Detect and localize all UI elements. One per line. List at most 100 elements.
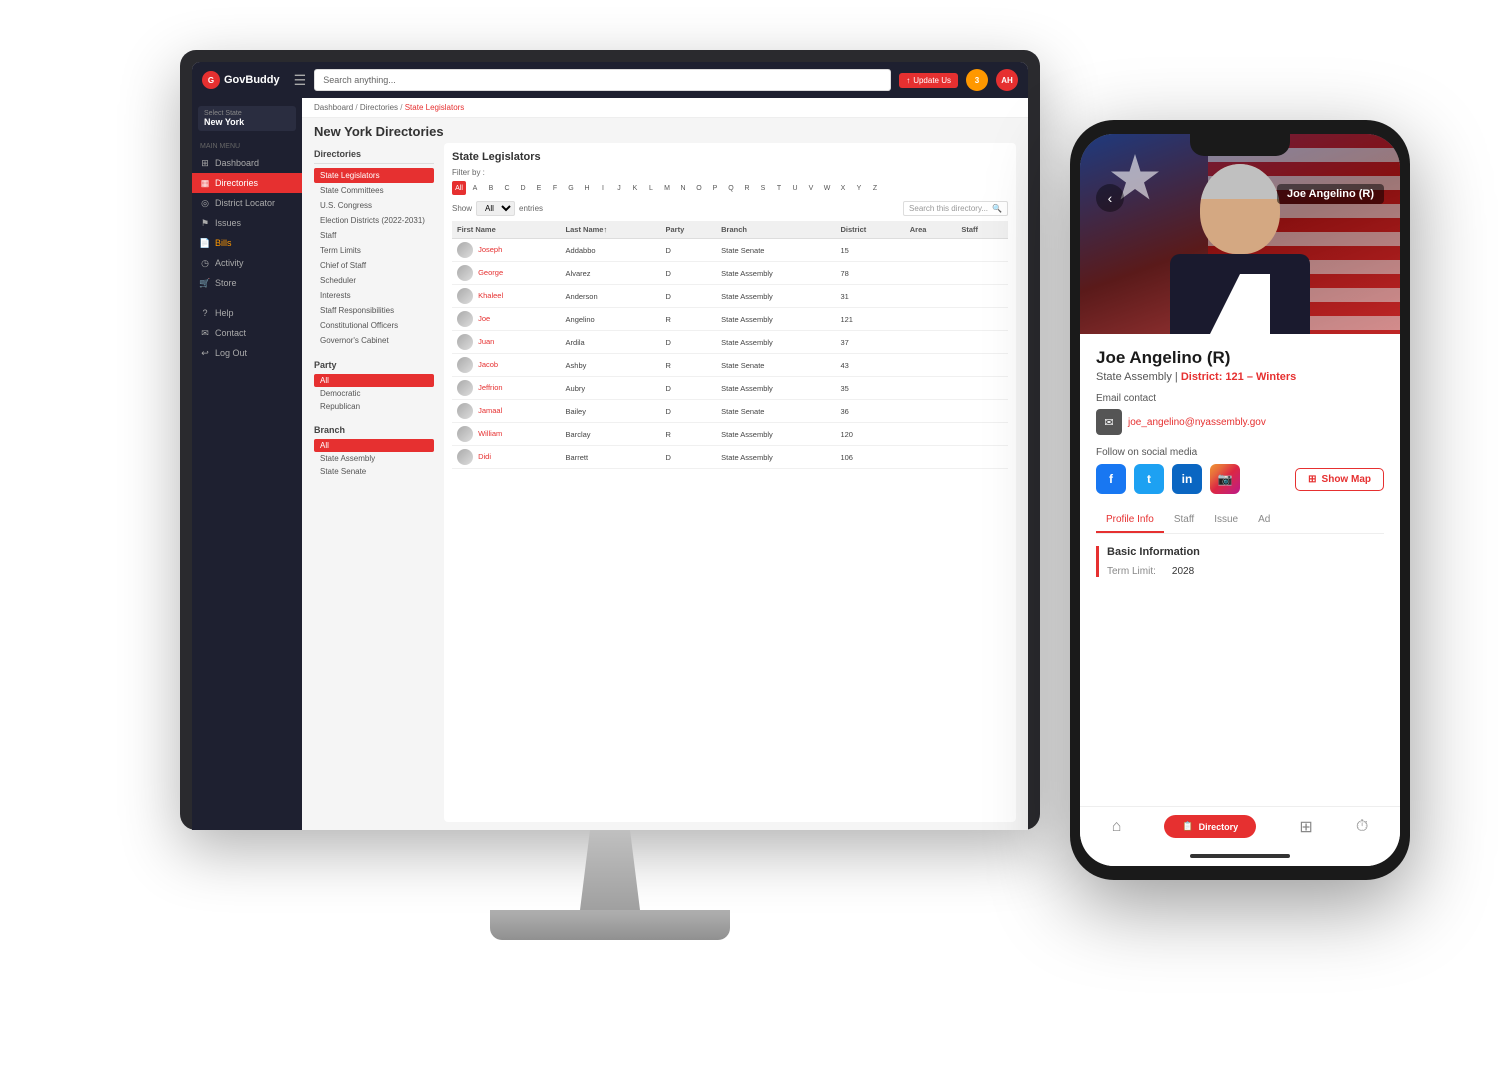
alpha-h[interactable]: H [580, 181, 594, 195]
facebook-btn[interactable]: f [1096, 464, 1126, 494]
breadcrumb-dashboard[interactable]: Dashboard [314, 103, 353, 112]
branch-state-senate[interactable]: State Senate [314, 465, 434, 478]
alpha-r[interactable]: R [740, 181, 754, 195]
sidebar-item-logout[interactable]: ↩ Log Out [192, 343, 302, 363]
dir-item-state-committees[interactable]: State Committees [314, 183, 434, 198]
alpha-v[interactable]: V [804, 181, 818, 195]
search-directory[interactable]: Search this directory... 🔍 [903, 201, 1008, 216]
alpha-u[interactable]: U [788, 181, 802, 195]
dir-item-election-districts[interactable]: Election Districts (2022-2031) [314, 213, 434, 228]
email-address[interactable]: joe_angelino@nyassembly.gov [1128, 417, 1266, 428]
sidebar-item-activity[interactable]: ◷ Activity [192, 253, 302, 273]
alpha-g[interactable]: G [564, 181, 578, 195]
entries-select[interactable]: All 10 25 50 [476, 201, 515, 216]
instagram-btn[interactable]: 📷 [1210, 464, 1240, 494]
alpha-k[interactable]: K [628, 181, 642, 195]
table-row[interactable]: Joe Angelino R State Assembly 121 [452, 308, 1008, 331]
dir-item-staff-responsibilities[interactable]: Staff Responsibilities [314, 303, 434, 318]
alpha-c[interactable]: C [500, 181, 514, 195]
alpha-all[interactable]: All [452, 181, 466, 195]
alpha-l[interactable]: L [644, 181, 658, 195]
tab-issue[interactable]: Issue [1204, 508, 1248, 533]
alpha-b[interactable]: B [484, 181, 498, 195]
alpha-s[interactable]: S [756, 181, 770, 195]
alpha-e[interactable]: E [532, 181, 546, 195]
bottom-nav-directory[interactable]: 📋 Directory [1164, 815, 1256, 838]
alpha-d[interactable]: D [516, 181, 530, 195]
dir-item-interests[interactable]: Interests [314, 288, 434, 303]
twitter-btn[interactable]: t [1134, 464, 1164, 494]
alpha-f[interactable]: F [548, 181, 562, 195]
col-branch[interactable]: Branch [716, 221, 835, 239]
table-row[interactable]: Jeffrion Aubry D State Assembly 35 [452, 377, 1008, 400]
show-map-btn[interactable]: ⊞ Show Map [1295, 468, 1384, 491]
sidebar-item-contact[interactable]: ✉ Contact [192, 323, 302, 343]
table-row[interactable]: George Alvarez D State Assembly 78 [452, 262, 1008, 285]
alpha-t[interactable]: T [772, 181, 786, 195]
dir-item-term-limits[interactable]: Term Limits [314, 243, 434, 258]
branch-state-assembly[interactable]: State Assembly [314, 452, 434, 465]
party-democratic[interactable]: Democratic [314, 387, 434, 400]
sidebar-item-district-locator[interactable]: ◎ District Locator [192, 193, 302, 213]
user-avatar[interactable]: AH [996, 69, 1018, 91]
alpha-z[interactable]: Z [868, 181, 882, 195]
sidebar-item-dashboard[interactable]: ⊞ Dashboard [192, 153, 302, 173]
alpha-p[interactable]: P [708, 181, 722, 195]
td-area [905, 377, 957, 400]
dir-item-us-congress[interactable]: U.S. Congress [314, 198, 434, 213]
alpha-i[interactable]: I [596, 181, 610, 195]
table-row[interactable]: Khaleel Anderson D State Assembly 31 [452, 285, 1008, 308]
search-bar[interactable]: Search anything... [314, 69, 891, 91]
alpha-y[interactable]: Y [852, 181, 866, 195]
alpha-j[interactable]: J [612, 181, 626, 195]
col-area[interactable]: Area [905, 221, 957, 239]
alpha-a[interactable]: A [468, 181, 482, 195]
alpha-w[interactable]: W [820, 181, 834, 195]
breadcrumb-directories[interactable]: Directories [360, 103, 398, 112]
col-staff[interactable]: Staff [956, 221, 1008, 239]
state-selector[interactable]: Select State New York [198, 106, 296, 131]
sidebar-item-store[interactable]: 🛒 Store [192, 273, 302, 293]
alpha-m[interactable]: M [660, 181, 674, 195]
dir-item-staff[interactable]: Staff [314, 228, 434, 243]
alpha-q[interactable]: Q [724, 181, 738, 195]
table-row[interactable]: William Barclay R State Assembly 120 [452, 423, 1008, 446]
col-district[interactable]: District [835, 221, 904, 239]
bottom-nav-map[interactable]: ⊞ [1299, 817, 1312, 837]
table-row[interactable]: Didi Barrett D State Assembly 106 [452, 446, 1008, 469]
bottom-nav-time[interactable]: ⏱ [1356, 818, 1368, 836]
col-last-name[interactable]: Last Name↑ [561, 221, 661, 239]
update-btn[interactable]: ↑ Update Us [899, 73, 958, 88]
table-row[interactable]: Joseph Addabbo D State Senate 15 [452, 239, 1008, 262]
dir-item-chief-of-staff[interactable]: Chief of Staff [314, 258, 434, 273]
branch-all[interactable]: All [314, 439, 434, 452]
hamburger-icon[interactable]: ☰ [294, 72, 307, 89]
dir-item-scheduler[interactable]: Scheduler [314, 273, 434, 288]
back-button[interactable]: ‹ [1096, 184, 1124, 212]
sidebar-item-issues[interactable]: ⚑ Issues [192, 213, 302, 233]
tab-staff[interactable]: Staff [1164, 508, 1204, 533]
alpha-x[interactable]: X [836, 181, 850, 195]
party-republican[interactable]: Republican [314, 400, 434, 413]
sidebar-item-bills[interactable]: 📄 Bills [192, 233, 302, 253]
alpha-n[interactable]: N [676, 181, 690, 195]
party-all[interactable]: All [314, 374, 434, 387]
linkedin-btn[interactable]: in [1172, 464, 1202, 494]
alpha-o[interactable]: O [692, 181, 706, 195]
table-row[interactable]: Jacob Ashby R State Senate 43 [452, 354, 1008, 377]
dir-item-governors-cabinet[interactable]: Governor's Cabinet [314, 333, 434, 348]
table-row[interactable]: Juan Ardila D State Assembly 37 [452, 331, 1008, 354]
email-row: ✉ joe_angelino@nyassembly.gov [1096, 409, 1384, 435]
sidebar-item-directories[interactable]: ▦ Directories [192, 173, 302, 193]
col-party[interactable]: Party [660, 221, 716, 239]
dir-item-state-legislators[interactable]: State Legislators [314, 168, 434, 183]
notification-icon[interactable]: 3 [966, 69, 988, 91]
table-row[interactable]: Jamaal Bailey D State Senate 36 [452, 400, 1008, 423]
tab-ad[interactable]: Ad [1248, 508, 1280, 533]
bottom-nav-home[interactable]: ⌂ [1112, 818, 1122, 836]
dir-item-constitutional-officers[interactable]: Constitutional Officers [314, 318, 434, 333]
tab-profile-info[interactable]: Profile Info [1096, 508, 1164, 533]
td-branch: State Assembly [716, 331, 835, 354]
col-first-name[interactable]: First Name [452, 221, 561, 239]
sidebar-item-help[interactable]: ? Help [192, 303, 302, 323]
